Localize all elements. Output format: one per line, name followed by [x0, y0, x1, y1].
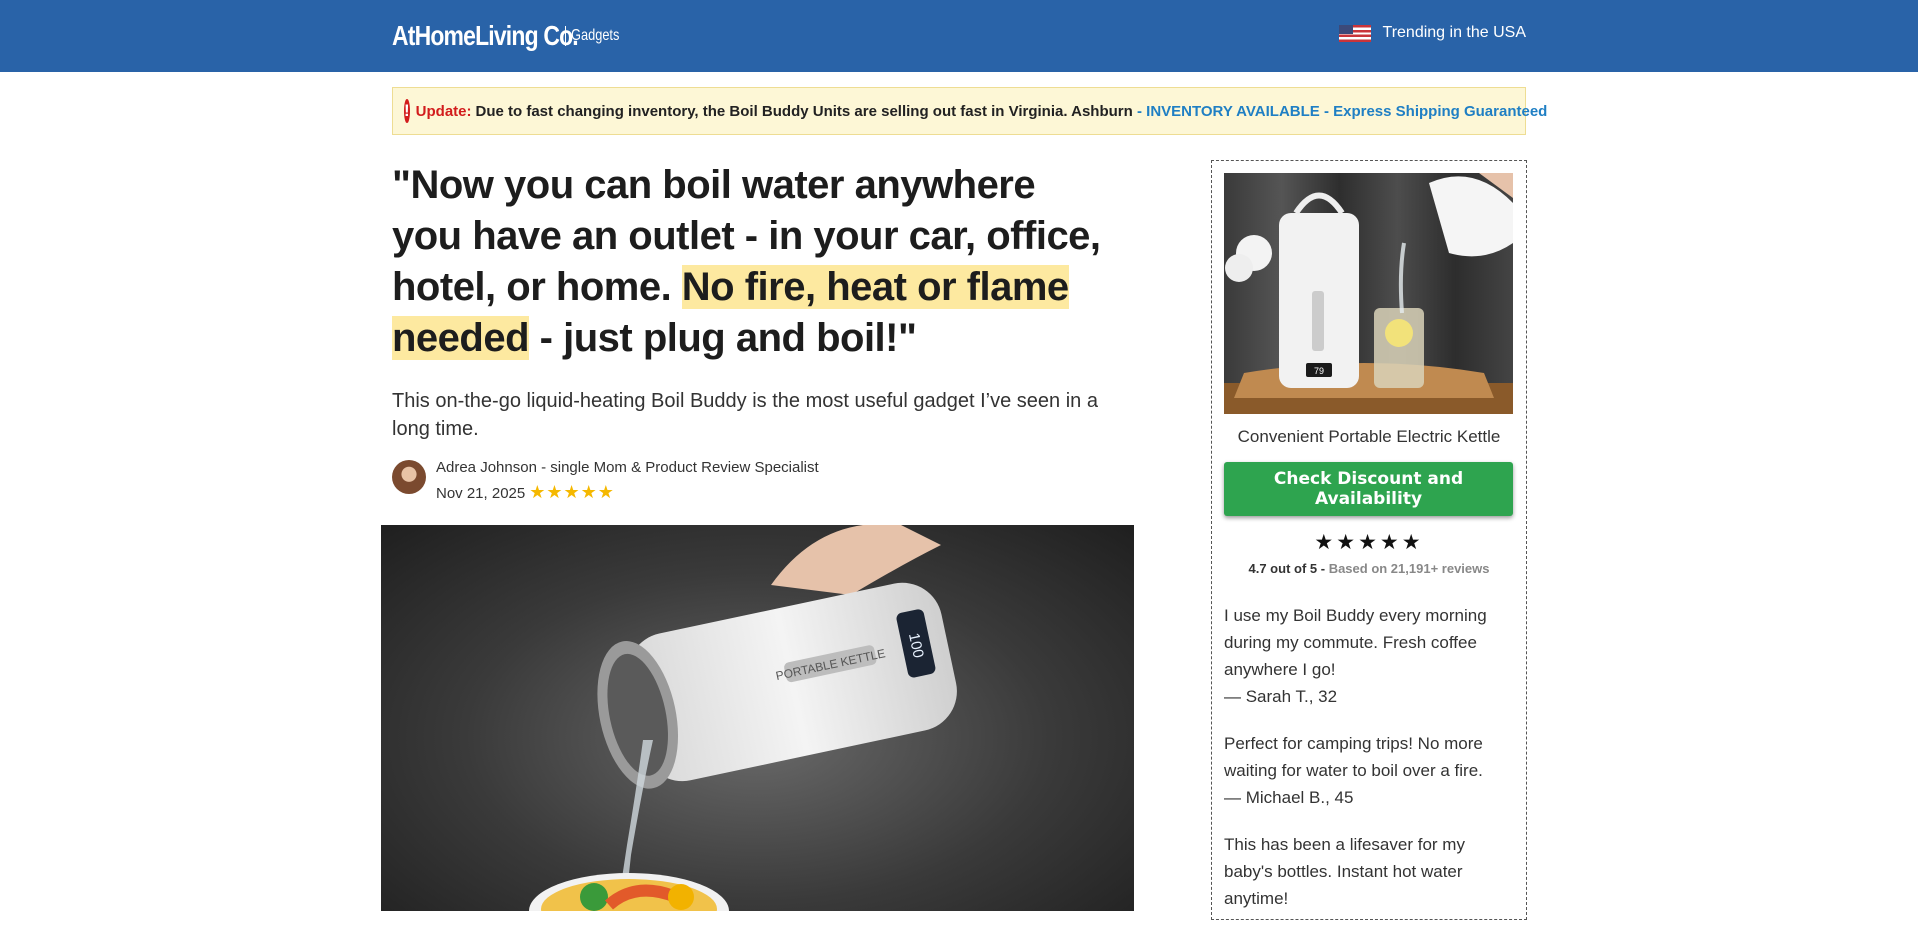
author-byline: Adrea Johnson - single Mom & Product Rev… — [392, 456, 819, 506]
kettle-pouring-illustration: PORTABLE KETTLE 100 — [529, 525, 957, 911]
brand-subtitle: Gadgets — [571, 27, 620, 44]
article-date: Nov 21, 2025 — [436, 485, 526, 502]
brand-logo[interactable]: AtHomeLiving Co. Gadgets — [392, 16, 631, 56]
review-count: Based on 21,191+ reviews — [1328, 561, 1490, 576]
review-item: This has been a lifesaver for my baby's … — [1224, 831, 1516, 912]
update-message: Due to fast changing inventory, the Boil… — [475, 102, 1133, 120]
headline-text-end: - just plug and boil!" — [529, 316, 917, 360]
alert-icon: ! — [404, 99, 410, 123]
product-caption: Convenient Portable Electric Kettle — [1237, 427, 1501, 446]
kettle-product-illustration: 79 — [1224, 173, 1513, 414]
sidebar-kettle-display: 79 — [1314, 366, 1324, 376]
review-item: Perfect for camping trips! No more waiti… — [1224, 730, 1516, 811]
rating-value: 4.7 out of 5 - — [1248, 561, 1326, 576]
update-separator: - — [1132, 102, 1147, 120]
article-headline: "Now you can boil water anywhere you hav… — [392, 160, 1112, 364]
author-avatar — [392, 460, 426, 494]
trending-text: Trending in the USA — [1382, 24, 1526, 41]
check-discount-button[interactable]: Check Discount and Availability — [1224, 462, 1513, 516]
author-name: Adrea Johnson - single Mom & Product Rev… — [436, 459, 819, 476]
product-sidebar: 79 Convenient Portable Electric Kettle C… — [1211, 160, 1527, 920]
top-header: AtHomeLiving Co. Gadgets Trending in the… — [0, 0, 1918, 72]
review-author: — Michael B., 45 — [1224, 788, 1354, 807]
review-text: This has been a lifesaver for my baby's … — [1224, 835, 1465, 908]
article-subtext: This on-the-go liquid-heating Boil Buddy… — [392, 390, 1098, 440]
review-text: Perfect for camping trips! No more waiti… — [1224, 734, 1483, 780]
hero-product-image: PORTABLE KETTLE 100 — [381, 525, 1134, 911]
inventory-available-link[interactable]: INVENTORY AVAILABLE - Express Shipping G… — [1146, 103, 1547, 120]
review-text: I use my Boil Buddy every morning during… — [1224, 606, 1487, 679]
inventory-update-banner: ! Update: Due to fast changing inventory… — [392, 87, 1547, 135]
author-rating-stars: ★★★★★ — [529, 482, 615, 502]
rating-stars: ★★★★★ — [1314, 531, 1424, 554]
update-label: Update: — [415, 102, 472, 120]
brand-name: AtHomeLiving Co. — [392, 20, 579, 51]
review-list: I use my Boil Buddy every morning during… — [1224, 602, 1516, 932]
sidebar-product-image[interactable]: 79 — [1224, 173, 1513, 414]
review-item: I use my Boil Buddy every morning during… — [1224, 602, 1516, 710]
rating-summary: 4.7 out of 5 - Based on 21,191+ reviews — [1212, 561, 1526, 576]
us-flag-icon — [1338, 24, 1371, 42]
trending-indicator: Trending in the USA — [1338, 24, 1526, 42]
review-author: — Sarah T., 32 — [1224, 687, 1338, 706]
